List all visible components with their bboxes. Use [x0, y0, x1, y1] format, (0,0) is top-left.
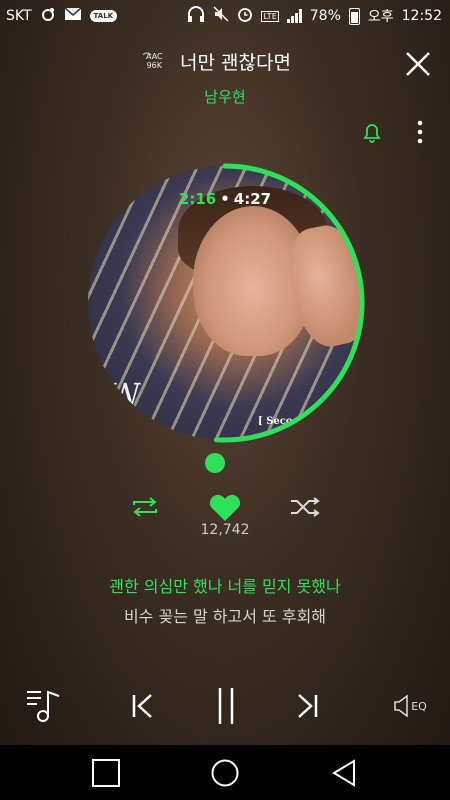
- artist-name[interactable]: 남우현: [0, 86, 450, 107]
- time-display: 2:16 • 4:27: [0, 190, 450, 208]
- square-icon: [92, 759, 120, 787]
- talk-icon: TALK: [89, 10, 118, 22]
- skip-previous-icon: [132, 694, 152, 718]
- like-count: 12,742: [200, 522, 250, 538]
- pause-button[interactable]: [208, 684, 244, 728]
- pause-icon: [218, 688, 234, 724]
- back-button[interactable]: [328, 757, 360, 789]
- shuffle-button[interactable]: [289, 495, 321, 519]
- circle-icon: [211, 759, 239, 787]
- shuffle-icon: [291, 497, 320, 517]
- action-row: [0, 493, 450, 523]
- battery-icon: [348, 7, 360, 25]
- close-button[interactable]: [404, 50, 432, 78]
- song-title: 너만 괜찮다면: [180, 52, 291, 74]
- playlist-icon: [27, 690, 60, 722]
- recents-button[interactable]: [90, 757, 122, 789]
- bitrate-label: 96K: [146, 61, 163, 70]
- alarm-bell-button[interactable]: [360, 120, 384, 144]
- ampm-label: 오후: [367, 9, 394, 25]
- headphones-icon: [187, 6, 205, 26]
- carrier-label: SKT: [6, 8, 32, 24]
- previous-button[interactable]: [124, 684, 160, 728]
- seek-handle[interactable]: [205, 453, 225, 473]
- more-options-button[interactable]: [412, 118, 428, 146]
- signal-icon: [286, 9, 302, 23]
- battery-percent: 78%: [309, 8, 341, 24]
- clock: 12:52: [401, 8, 442, 24]
- next-button[interactable]: [290, 684, 326, 728]
- repeat-button[interactable]: [130, 495, 160, 519]
- lte-icon: LTE: [261, 10, 279, 22]
- current-time: 2:16: [178, 190, 217, 208]
- alarm-icon: [237, 6, 253, 26]
- codec-badge: AAC 96K: [142, 52, 163, 70]
- eq-label: EQ: [411, 699, 427, 713]
- triangle-back-icon: [332, 759, 355, 787]
- close-icon: [406, 52, 430, 76]
- player-controls: EQ: [0, 684, 450, 728]
- speaker-icon: [394, 694, 408, 718]
- app-notification-icon: [40, 6, 56, 26]
- more-vertical-icon: [417, 120, 423, 144]
- skip-next-icon: [298, 694, 318, 718]
- total-time: 4:27: [233, 190, 272, 208]
- repeat-icon: [133, 497, 157, 517]
- lyric-next[interactable]: 비수 꽂는 말 하고서 또 후회해: [0, 603, 450, 627]
- mail-icon: [64, 7, 82, 25]
- bell-icon: [363, 124, 381, 143]
- playlist-button[interactable]: [24, 684, 64, 728]
- equalizer-button[interactable]: EQ: [388, 684, 432, 728]
- lyric-current[interactable]: 괜한 의심만 했나 너를 믿지 못했나: [0, 573, 450, 597]
- time-separator: •: [220, 190, 230, 208]
- status-bar: SKT TALK LTE 78% 오후 12:52: [0, 0, 450, 32]
- home-button[interactable]: [209, 757, 241, 789]
- wifi-arc-icon: [142, 52, 152, 56]
- system-nav-bar: [0, 745, 450, 800]
- mute-icon: [213, 6, 229, 26]
- like-button[interactable]: [207, 493, 243, 523]
- heart-icon: [209, 494, 241, 521]
